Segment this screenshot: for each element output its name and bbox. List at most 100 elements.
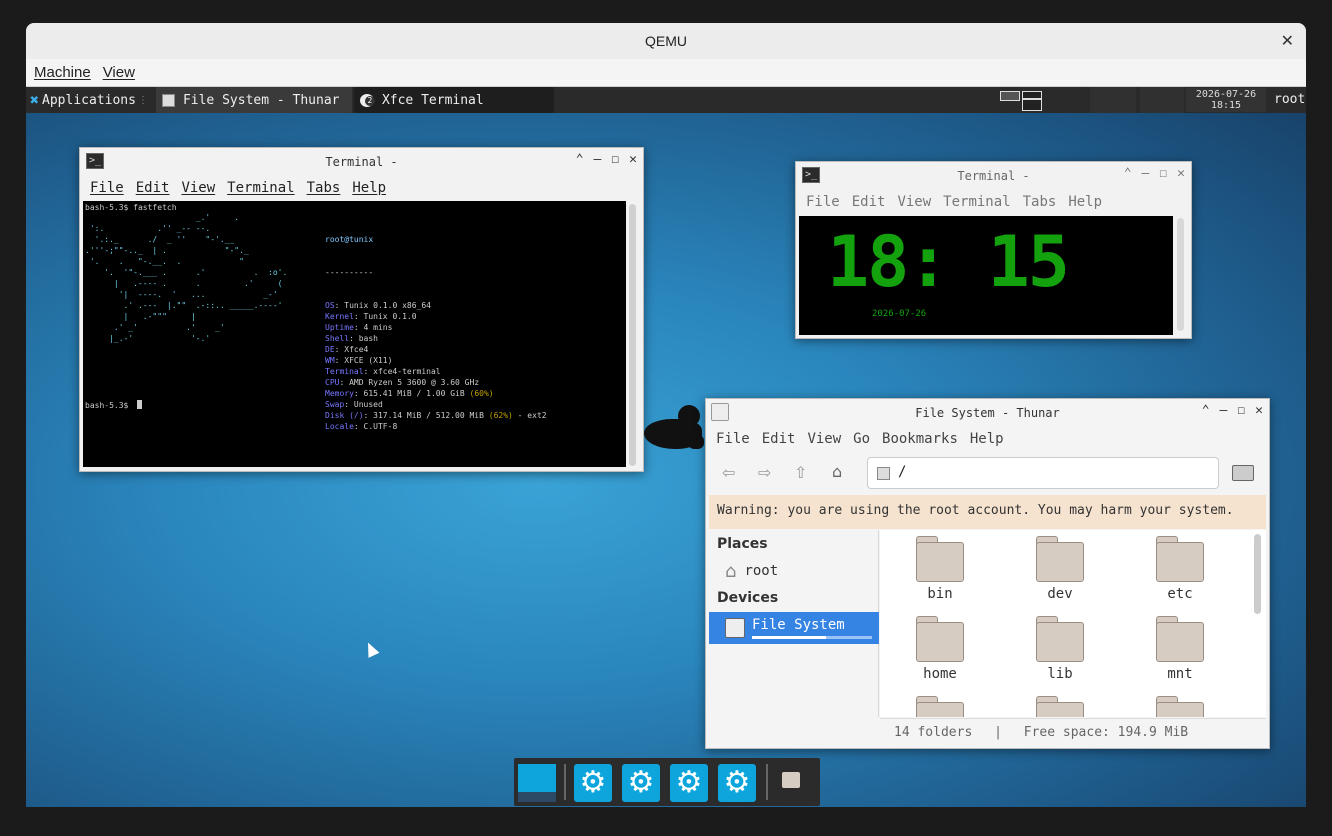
place-root[interactable]: ⌂ root xyxy=(725,560,778,582)
folder-icon[interactable] xyxy=(916,696,964,717)
task-thunar-label: File System - Thunar xyxy=(182,92,340,108)
terminal2-scrollbar[interactable] xyxy=(1177,218,1184,331)
menu-file[interactable]: File xyxy=(716,431,750,447)
menu-edit[interactable]: Edit xyxy=(852,194,886,210)
folder-icon[interactable] xyxy=(1156,616,1204,662)
thunar-menubar: File Edit View Go Bookmarks Help xyxy=(706,427,1269,451)
close-icon[interactable]: ✕ xyxy=(1281,31,1294,51)
menu-help[interactable]: Help xyxy=(1068,194,1102,210)
menu-file[interactable]: File xyxy=(806,194,840,210)
path-bar[interactable]: / xyxy=(867,457,1219,489)
folder-icon[interactable] xyxy=(916,616,964,662)
forward-icon[interactable]: ⇨ xyxy=(758,463,771,482)
thunar-window: File System - Thunar ⌃ — ☐ ✕ File Edit V… xyxy=(705,398,1270,749)
info-value: : 317.14 MiB / 512.00 MiB xyxy=(363,411,484,420)
info-line: OS: Tunix 0.1.0 x86_64 xyxy=(325,300,547,311)
info-value: : xfce4-terminal xyxy=(363,367,441,376)
clock-terminal-output[interactable]: 18: 15 2026-07-26 xyxy=(799,216,1173,335)
info-line: WM: XFCE (X11) xyxy=(325,355,547,366)
folder-label[interactable]: lib xyxy=(1020,666,1100,682)
menu-help[interactable]: Help xyxy=(970,431,1004,447)
menu-tabs[interactable]: Tabs xyxy=(1023,194,1057,210)
panel-spacer xyxy=(1090,87,1136,113)
folder-icon[interactable] xyxy=(1156,536,1204,582)
computer-icon[interactable] xyxy=(1232,465,1254,481)
shade-icon[interactable]: ⌃ xyxy=(1202,403,1210,418)
panel-clock[interactable]: 2026-07-26 18:15 xyxy=(1186,88,1266,112)
terminal-scrollbar[interactable] xyxy=(629,204,636,466)
task-thunar[interactable]: File System - Thunar xyxy=(155,87,352,113)
workspace-1[interactable] xyxy=(1000,91,1020,101)
user-label[interactable]: root xyxy=(1274,92,1305,107)
minimize-icon[interactable]: — xyxy=(1220,403,1228,418)
info-lines: OS: Tunix 0.1.0 x86_64 Kernel: Tunix 0.1.… xyxy=(325,300,547,432)
terminal-title: Terminal - xyxy=(325,155,398,169)
menu-edit[interactable]: Edit xyxy=(136,180,170,196)
menu-file[interactable]: File xyxy=(90,180,124,196)
folder-label[interactable]: mnt xyxy=(1140,666,1220,682)
workspace-3[interactable] xyxy=(1022,99,1042,111)
maximize-icon[interactable]: ☐ xyxy=(1237,403,1245,418)
info-key: Terminal xyxy=(325,367,364,376)
dock-separator xyxy=(564,764,566,800)
folder-icon[interactable] xyxy=(916,536,964,582)
menu-machine[interactable]: Machine xyxy=(34,64,91,81)
back-icon[interactable]: ⇦ xyxy=(722,463,735,482)
file-manager-button[interactable] xyxy=(782,772,800,788)
shade-icon[interactable]: ⌃ xyxy=(576,152,584,167)
menu-edit[interactable]: Edit xyxy=(762,431,796,447)
folder-icon[interactable] xyxy=(1036,616,1084,662)
menu-terminal[interactable]: Terminal xyxy=(943,194,1010,210)
applications-menu[interactable]: ✖ Applications ⋮ xyxy=(26,87,154,113)
info-percent: (62%) xyxy=(483,411,513,420)
dock-app-button[interactable]: ⚙ xyxy=(718,764,756,802)
home-icon[interactable]: ⌂ xyxy=(832,462,842,481)
close-icon[interactable]: ✕ xyxy=(1177,166,1185,181)
menu-tabs[interactable]: Tabs xyxy=(307,180,341,196)
folder-icon[interactable] xyxy=(1036,696,1084,717)
workspace-2[interactable] xyxy=(1022,91,1042,99)
workspace-switcher[interactable] xyxy=(1000,89,1044,111)
menu-view[interactable]: View xyxy=(807,431,841,447)
device-filesystem[interactable]: File System xyxy=(709,612,879,644)
terminal-output[interactable]: bash-5.3$ fastfetch _.' . ':. .'' _-- --… xyxy=(83,201,626,467)
dock-app-button[interactable]: ⚙ xyxy=(670,764,708,802)
ascii-logo: _.' . ':. .'' _-- --. '.:._ ./ _ '' "-'.… xyxy=(85,213,288,343)
info-value: : 4 mins xyxy=(353,323,393,332)
minimize-icon[interactable]: — xyxy=(594,152,602,167)
minimize-icon[interactable]: — xyxy=(1142,166,1150,181)
folder-label[interactable]: home xyxy=(900,666,980,682)
folder-label[interactable]: etc xyxy=(1140,586,1220,602)
gear-icon: ⚙ xyxy=(627,765,655,800)
folder-label[interactable]: dev xyxy=(1020,586,1100,602)
menu-go[interactable]: Go xyxy=(853,431,870,447)
maximize-icon[interactable]: ☐ xyxy=(1159,166,1167,181)
menu-view[interactable]: View xyxy=(897,194,931,210)
menu-terminal[interactable]: Terminal xyxy=(227,180,294,196)
info-key: Swap xyxy=(325,400,345,409)
mouse-pointer-icon xyxy=(362,640,380,658)
menu-help[interactable]: Help xyxy=(352,180,386,196)
dock-app-button[interactable]: ⚙ xyxy=(622,764,660,802)
close-icon[interactable]: ✕ xyxy=(1255,403,1263,418)
folder-icon[interactable] xyxy=(1156,696,1204,717)
folder-icon[interactable] xyxy=(1036,536,1084,582)
desktop[interactable]: ✖ Applications ⋮ File System - Thunar 2 … xyxy=(26,87,1306,807)
close-icon[interactable]: ✕ xyxy=(629,152,637,167)
menu-view[interactable]: View xyxy=(103,64,135,81)
menu-bookmarks[interactable]: Bookmarks xyxy=(882,431,958,447)
up-icon[interactable]: ⇧ xyxy=(794,463,807,482)
thunar-title: File System - Thunar xyxy=(915,406,1060,420)
maximize-icon[interactable]: ☐ xyxy=(611,152,619,167)
icon-view[interactable]: bin dev etc home lib mnt xyxy=(880,530,1266,717)
applications-label: Applications xyxy=(42,92,136,108)
folder-label[interactable]: bin xyxy=(900,586,980,602)
task-terminal[interactable]: 2 Xfce Terminal xyxy=(353,87,554,113)
clock-time: 18:15 xyxy=(1210,100,1242,111)
menu-view[interactable]: View xyxy=(181,180,215,196)
show-desktop-button[interactable] xyxy=(518,764,556,802)
shade-icon[interactable]: ⌃ xyxy=(1124,166,1132,181)
dock-app-button[interactable]: ⚙ xyxy=(574,764,612,802)
info-value: : AMD Ryzen 5 3600 @ 3.60 GHz xyxy=(339,378,480,387)
icon-view-scrollbar[interactable] xyxy=(1254,534,1261,614)
